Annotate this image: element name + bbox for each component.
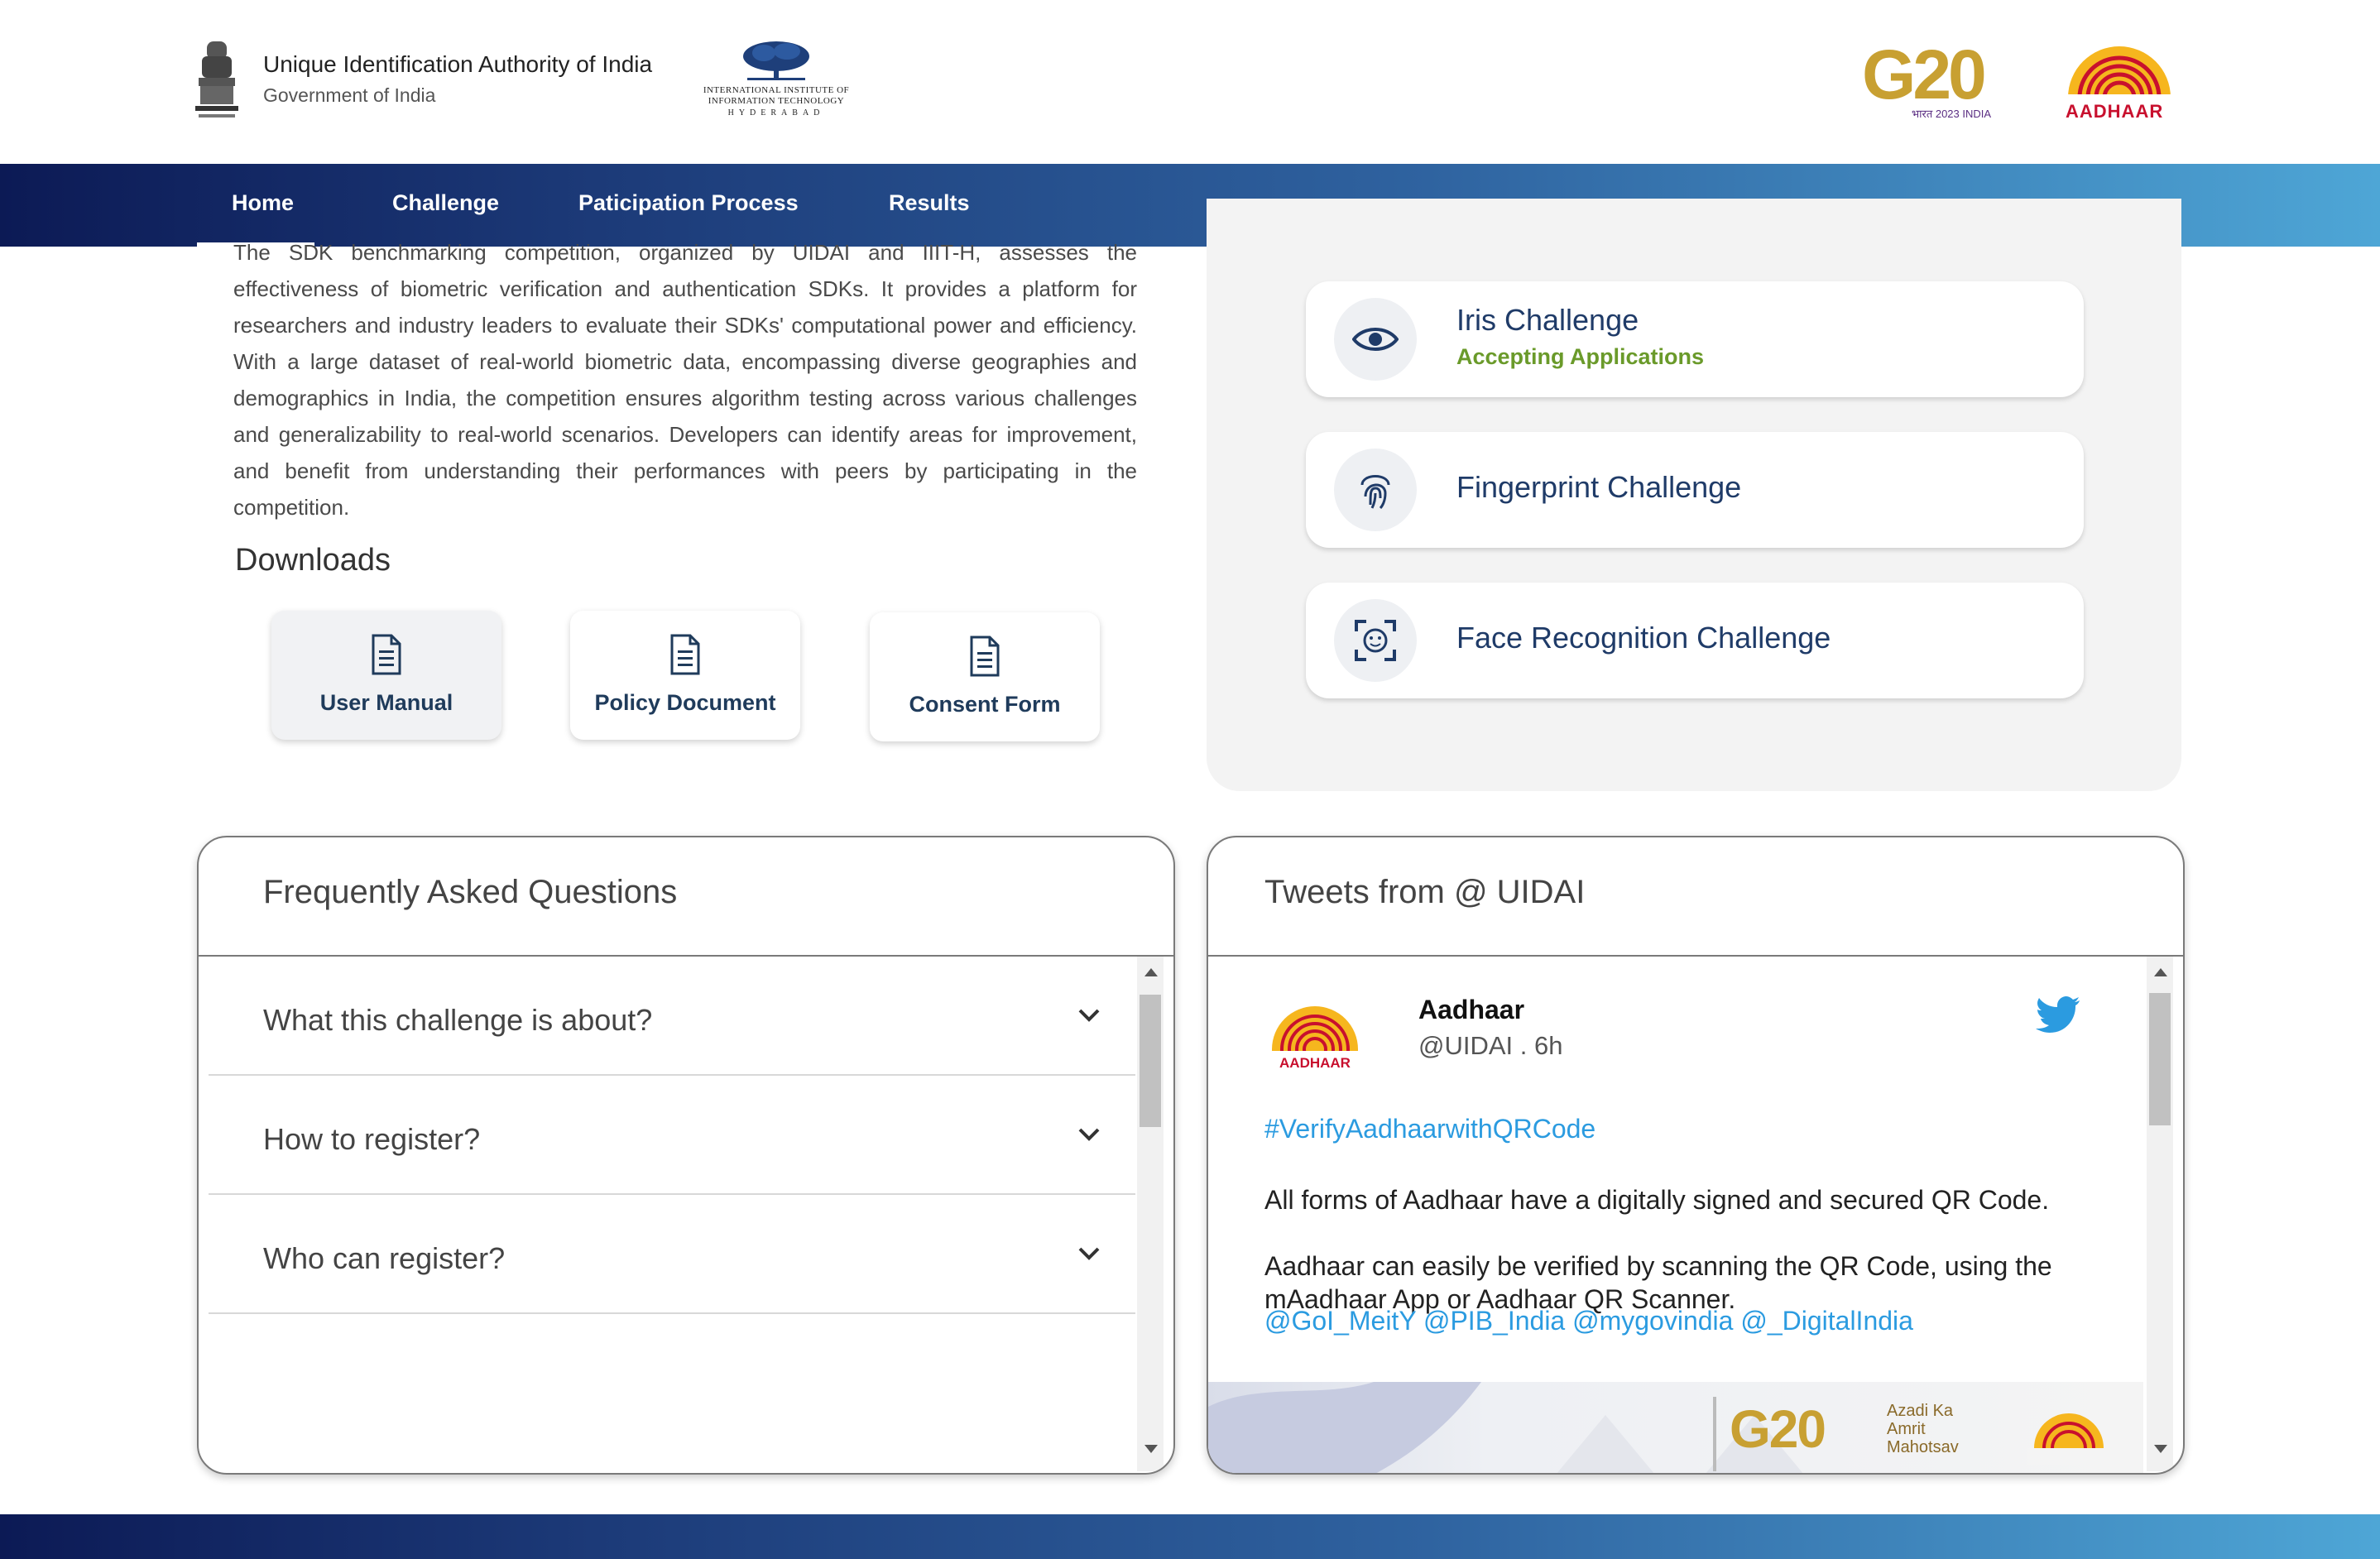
- faq-question: How to register?: [263, 1122, 481, 1156]
- site-header: Unique Identification Authority of India…: [0, 0, 2380, 164]
- chevron-down-icon[interactable]: [1077, 1246, 1101, 1265]
- scroll-thumb[interactable]: [1140, 995, 1161, 1127]
- face-icon: [1334, 599, 1417, 682]
- g20-logo: G20 भारत 2023 INDIA: [1862, 40, 2019, 126]
- tweet-image-aadhaar-logo: [2027, 1398, 2110, 1473]
- consent-form-label: Consent Form: [909, 692, 1061, 717]
- divider: [1208, 955, 2183, 957]
- fingerprint-challenge-card[interactable]: Fingerprint Challenge: [1306, 432, 2084, 548]
- tweets-scrollbar[interactable]: [2147, 957, 2173, 1471]
- twitter-bird-icon[interactable]: [2036, 996, 2080, 1037]
- challenge-panel: Iris Challenge Accepting Applications Fi…: [1207, 199, 2181, 791]
- tweet-image[interactable]: G20 Azadi Ka Amrit Mahotsav: [1208, 1382, 2143, 1473]
- tweet-mentions-links[interactable]: @GoI_MeitY @PIB_India @mygovindia @_Digi…: [1264, 1306, 1913, 1336]
- eye-icon: [1334, 298, 1417, 381]
- faq-item-register[interactable]: How to register?: [209, 1076, 1135, 1195]
- tweet-author-name[interactable]: Aadhaar: [1418, 995, 1524, 1025]
- faq-panel: Frequently Asked Questions What this cha…: [197, 836, 1175, 1475]
- aadhaar-avatar-text: AADHAAR: [1279, 1055, 1351, 1071]
- org-subtitle: Government of India: [263, 84, 436, 106]
- iris-challenge-card[interactable]: Iris Challenge Accepting Applications: [1306, 281, 2084, 397]
- downloads-heading: Downloads: [235, 543, 391, 578]
- document-icon: [870, 636, 1100, 679]
- iiit-line2: INFORMATION TECHNOLOGY: [708, 96, 845, 106]
- iiit-line1: INTERNATIONAL INSTITUTE OF: [703, 85, 850, 95]
- face-recognition-challenge-card[interactable]: Face Recognition Challenge: [1306, 583, 2084, 698]
- user-manual-label: User Manual: [319, 690, 453, 715]
- document-icon: [271, 634, 501, 677]
- tweets-panel: Tweets from @ UIDAI AADHAAR Aadhaar @UID…: [1207, 836, 2185, 1475]
- aadhaar-logo: AADHAAR: [2057, 40, 2181, 149]
- tweet-image-azadi: Azadi Ka Amrit Mahotsav: [1887, 1402, 1959, 1456]
- scroll-thumb[interactable]: [2149, 993, 2171, 1125]
- org-title: Unique Identification Authority of India: [263, 51, 653, 77]
- policy-document-label: Policy Document: [594, 690, 776, 715]
- document-icon: [570, 634, 800, 677]
- tweet-hashtag-link[interactable]: #VerifyAadhaarwithQRCode: [1264, 1114, 1595, 1144]
- faq-title: Frequently Asked Questions: [263, 874, 678, 910]
- user-manual-button[interactable]: User Manual: [271, 611, 501, 740]
- fingerprint-challenge-title: Fingerprint Challenge: [1456, 470, 1742, 504]
- policy-document-button[interactable]: Policy Document: [570, 611, 800, 740]
- faq-question: Who can register?: [263, 1241, 506, 1275]
- scroll-down-arrow-icon[interactable]: [1144, 1445, 1158, 1453]
- scroll-up-arrow-icon[interactable]: [1144, 968, 1158, 976]
- fingerprint-icon: [1334, 449, 1417, 531]
- faq-scrollbar[interactable]: [1137, 957, 1164, 1471]
- aadhaar-wordmark: AADHAAR: [2066, 101, 2164, 122]
- iiit-city: HYDERABAD: [727, 108, 825, 118]
- about-text: The SDK benchmarking competition, organi…: [233, 240, 1137, 520]
- scroll-down-arrow-icon[interactable]: [2154, 1445, 2167, 1453]
- tweets-title: Tweets from @ UIDAI: [1264, 874, 1586, 910]
- g20-text: G20: [1862, 36, 1987, 113]
- aadhaar-avatar[interactable]: AADHAAR: [1263, 1000, 1367, 1092]
- faq-item-who[interactable]: Who can register?: [209, 1195, 1135, 1314]
- g20-subtext: भारत 2023 INDIA: [1912, 108, 1992, 120]
- tweet-text-line1: All forms of Aadhaar have a digitally si…: [1264, 1185, 2050, 1215]
- tweet-author-handle: @UIDAI . 6h: [1418, 1031, 1563, 1060]
- face-recognition-challenge-title: Face Recognition Challenge: [1456, 621, 1831, 655]
- chevron-down-icon[interactable]: [1077, 1127, 1101, 1146]
- chevron-down-icon[interactable]: [1077, 1008, 1101, 1027]
- national-emblem-logo: [192, 38, 242, 124]
- iris-challenge-title: Iris Challenge: [1456, 303, 1639, 337]
- consent-form-button[interactable]: Consent Form: [870, 612, 1100, 741]
- scroll-up-arrow-icon[interactable]: [2154, 968, 2167, 976]
- tweet-image-g20: G20: [1730, 1399, 1826, 1459]
- iiit-logo: INTERNATIONAL INSTITUTE OF INFORMATION T…: [693, 40, 859, 126]
- faq-item-about[interactable]: What this challenge is about?: [209, 957, 1135, 1076]
- faq-question: What this challenge is about?: [263, 1003, 653, 1037]
- site-footer: [0, 1514, 2380, 1559]
- iris-challenge-status: Accepting Applications: [1456, 344, 1705, 369]
